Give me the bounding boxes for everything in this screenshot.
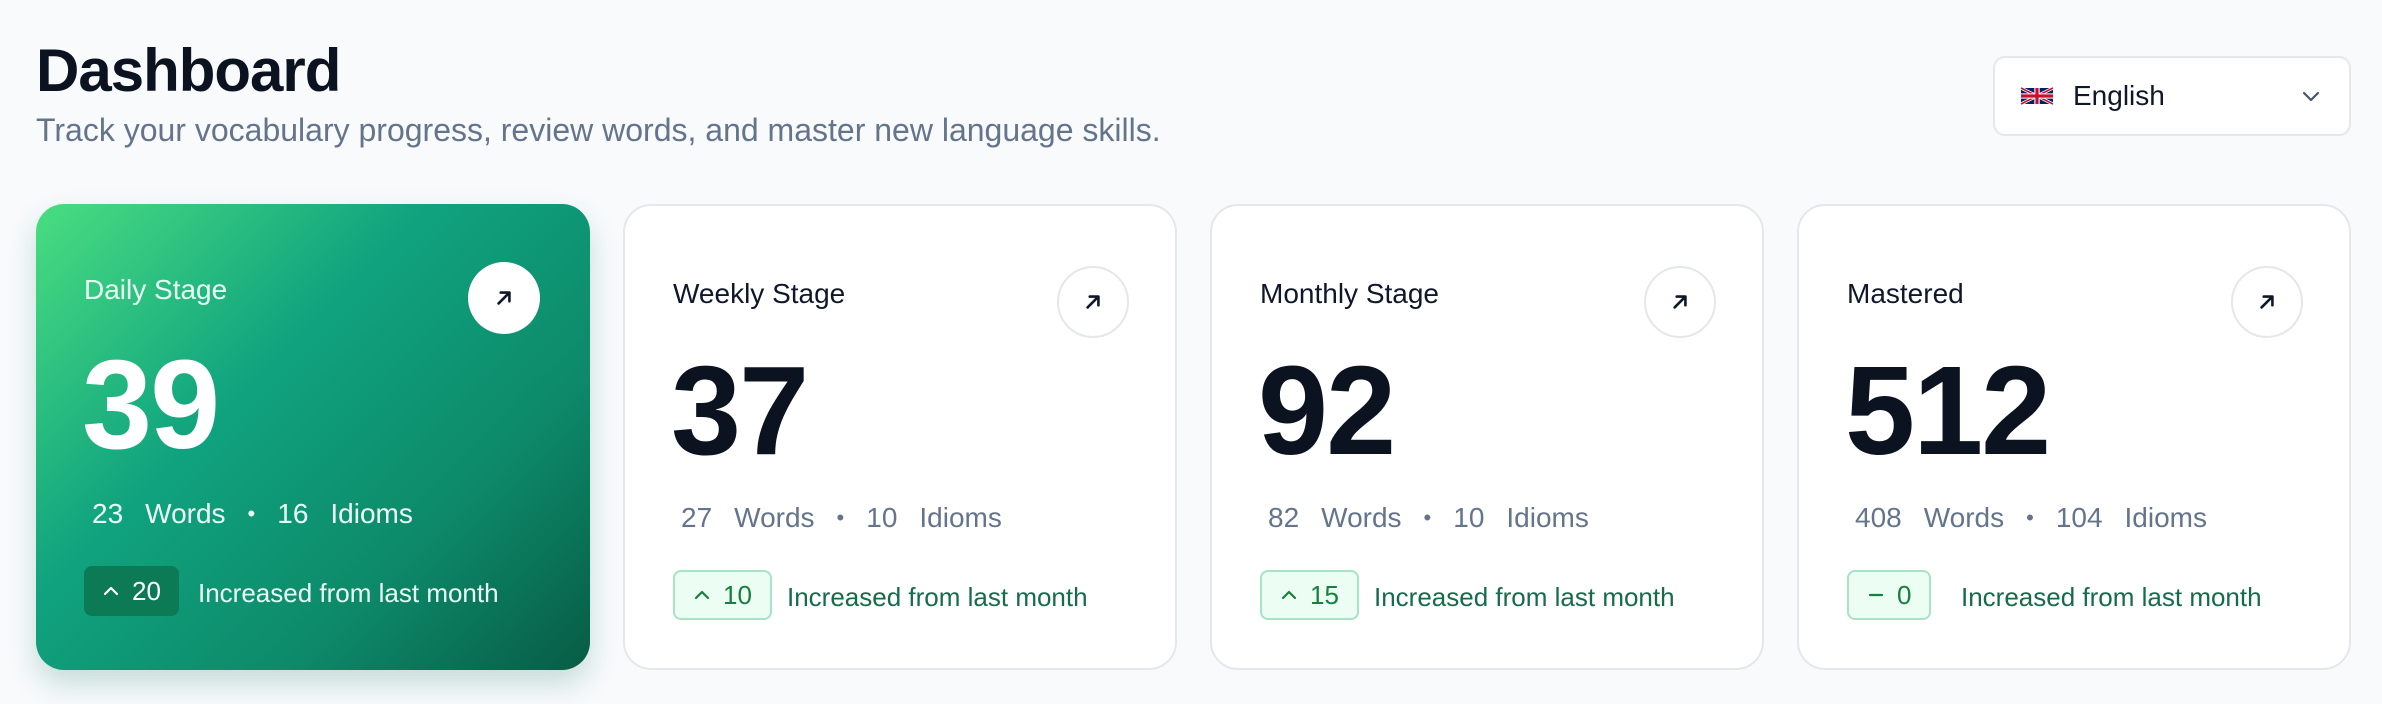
change-badge: 10 — [673, 570, 772, 620]
weekly-stage-card[interactable]: Weekly Stage 37 27 Words • 10 Idioms 10 … — [623, 204, 1177, 670]
arrow-up-right-icon — [497, 291, 511, 305]
change-badge: 0 — [1847, 570, 1932, 620]
card-counts: 408 Words • 104 Idioms — [1855, 502, 2207, 534]
chevron-up-icon — [693, 586, 711, 604]
dashboard-page: Dashboard Track your vocabulary progress… — [0, 0, 2382, 704]
idioms-label: Idioms — [330, 498, 413, 529]
chevron-up-icon — [1280, 586, 1298, 604]
page-title: Dashboard — [36, 37, 341, 104]
daily-stage-card[interactable]: Daily Stage 39 23 Words • 16 Idioms 20 I… — [36, 204, 590, 670]
separator-dot: • — [2026, 505, 2034, 530]
idioms-count: 16 — [277, 498, 309, 529]
card-counts: 27 Words • 10 Idioms — [681, 502, 1002, 534]
change-note: Increased from last month — [1961, 582, 2262, 612]
language-select[interactable]: English — [1993, 56, 2351, 136]
card-label: Daily Stage — [84, 274, 228, 305]
words-label: Words — [734, 502, 815, 533]
words-label: Words — [1321, 502, 1402, 533]
minus-icon — [1867, 586, 1885, 604]
idioms-label: Idioms — [1506, 502, 1589, 533]
arrow-up-right-icon — [1086, 295, 1100, 309]
chevron-down-icon — [2302, 91, 2320, 102]
change-value: 0 — [1897, 579, 1912, 610]
words-count: 82 — [1268, 502, 1300, 533]
separator-dot: • — [1423, 505, 1432, 530]
change-note: Increased from last month — [787, 582, 1088, 612]
page-header: Dashboard Track your vocabulary progress… — [36, 36, 1161, 150]
card-label: Mastered — [1847, 278, 1964, 309]
page-subtitle: Track your vocabulary progress, review w… — [36, 112, 1161, 148]
words-label: Words — [1923, 502, 2005, 533]
words-count: 27 — [681, 502, 713, 533]
words-count: 23 — [92, 498, 124, 529]
arrow-up-right-icon — [2260, 295, 2274, 309]
card-counts: 23 Words • 16 Idioms — [92, 498, 413, 530]
separator-dot: • — [836, 505, 845, 530]
card-label: Weekly Stage — [673, 278, 846, 309]
mastered-card[interactable]: Mastered 512 408 Words • 104 Idioms 0 In… — [1797, 204, 2351, 670]
language-label: English — [2073, 80, 2165, 111]
open-monthly-button[interactable] — [1644, 266, 1716, 338]
idioms-count: 104 — [2055, 502, 2103, 533]
monthly-stage-card[interactable]: Monthly Stage 92 82 Words • 10 Idioms 15… — [1210, 204, 1764, 670]
separator-dot: • — [247, 501, 256, 526]
change-value: 20 — [132, 575, 161, 606]
idioms-label: Idioms — [2124, 502, 2207, 533]
card-value: 37 — [671, 340, 809, 481]
words-label: Words — [145, 498, 226, 529]
card-value: 39 — [82, 334, 220, 475]
open-mastered-button[interactable] — [2231, 266, 2303, 338]
idioms-label: Idioms — [919, 502, 1002, 533]
change-value: 15 — [1310, 579, 1339, 610]
change-note: Increased from last month — [198, 578, 499, 608]
open-weekly-button[interactable] — [1057, 266, 1129, 338]
card-value: 512 — [1845, 340, 2051, 481]
idioms-count: 10 — [1453, 502, 1485, 533]
change-badge: 15 — [1260, 570, 1359, 620]
card-counts: 82 Words • 10 Idioms — [1268, 502, 1589, 534]
chevron-up-icon — [102, 582, 120, 600]
card-label: Monthly Stage — [1260, 278, 1439, 309]
uk-flag-icon — [2021, 86, 2053, 106]
arrow-up-right-icon — [1673, 295, 1687, 309]
words-count: 408 — [1855, 502, 1902, 533]
open-daily-button[interactable] — [468, 262, 540, 334]
change-value: 10 — [723, 579, 752, 610]
card-value: 92 — [1258, 340, 1396, 481]
change-badge: 20 — [84, 566, 179, 616]
change-note: Increased from last month — [1374, 582, 1675, 612]
idioms-count: 10 — [866, 502, 898, 533]
